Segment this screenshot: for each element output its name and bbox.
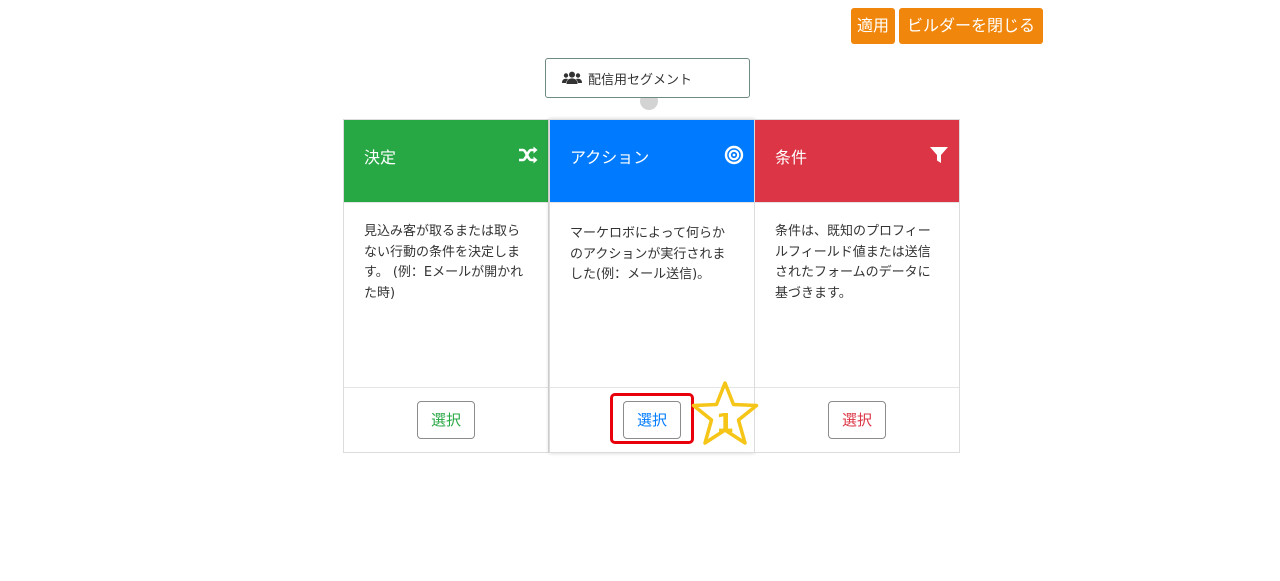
- segment-source-node[interactable]: 配信用セグメント: [545, 58, 750, 98]
- condition-card-footer: 選択: [755, 388, 959, 452]
- condition-card: 条件 条件は、既知のプロフィールフィールド値または送信されたフォームのデータに基…: [754, 119, 960, 453]
- decision-card-header: 決定: [344, 120, 548, 202]
- condition-card-header: 条件: [755, 120, 959, 202]
- close-builder-button[interactable]: ビルダーを閉じる: [899, 8, 1043, 44]
- condition-card-title: 条件: [775, 148, 808, 167]
- bullseye-icon: [724, 145, 744, 165]
- condition-card-description: 条件は、既知のプロフィールフィールド値または送信されたフォームのデータに基づきま…: [755, 202, 959, 388]
- segment-label: 配信用セグメント: [588, 72, 693, 88]
- step-number: 1: [716, 409, 734, 439]
- highlight-box: [610, 393, 694, 444]
- decision-card-footer: 選択: [344, 388, 548, 452]
- users-icon: [562, 71, 582, 84]
- condition-select-button[interactable]: 選択: [828, 401, 886, 439]
- decision-card-description: 見込み客が取るまたは取らない行動の条件を決定します。 (例：Eメールが開かれた時…: [344, 202, 548, 388]
- decision-card-title: 決定: [364, 148, 397, 167]
- decision-select-button[interactable]: 選択: [417, 401, 475, 439]
- action-card-header: アクション: [550, 120, 754, 202]
- action-card-description: マーケロボによって何らかのアクションが実行されました(例：メール送信)。: [550, 202, 754, 388]
- shuffle-icon: [519, 146, 538, 164]
- decision-card: 決定 見込み客が取るまたは取らない行動の条件を決定します。 (例：Eメールが開か…: [343, 119, 549, 453]
- step-star-marker: 1: [691, 381, 759, 445]
- filter-icon: [930, 147, 948, 163]
- action-card-title: アクション: [570, 148, 650, 167]
- apply-button[interactable]: 適用: [851, 8, 895, 44]
